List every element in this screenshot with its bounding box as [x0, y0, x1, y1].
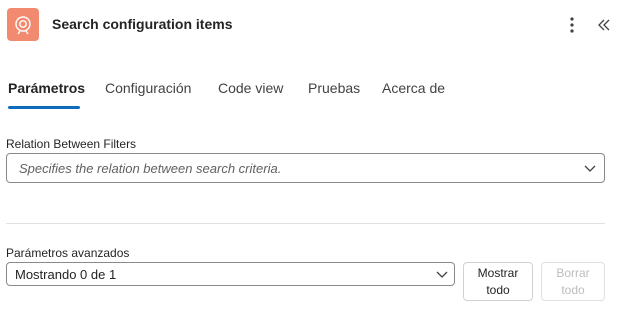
advanced-params-selected: Mostrando 0 de 1 — [15, 267, 117, 282]
clear-all-label-line1: Borrar — [556, 265, 590, 280]
show-all-label-line2: todo — [486, 282, 510, 297]
show-all-button[interactable]: Mostrar todo — [463, 262, 533, 301]
clear-all-button[interactable]: Borrar todo — [541, 262, 605, 301]
tab-bar: Parámetros Configuración Code view Prueb… — [0, 76, 617, 110]
page-title: Search configuration items — [52, 16, 233, 32]
panel-header: Search configuration items — [0, 0, 617, 50]
advanced-params-label: Parámetros avanzados — [6, 246, 130, 260]
tab-acerca-de[interactable]: Acerca de — [382, 80, 445, 110]
relation-placeholder: Specifies the relation between search cr… — [19, 161, 282, 176]
section-divider — [6, 223, 605, 224]
advanced-params-dropdown[interactable]: Mostrando 0 de 1 — [6, 262, 455, 286]
tab-code-view[interactable]: Code view — [218, 80, 283, 110]
clear-all-label-line2: todo — [561, 282, 585, 297]
relation-field-label: Relation Between Filters — [6, 137, 137, 151]
connector-panel: Search configuration items Parámetros Co… — [0, 0, 617, 319]
active-tab-indicator — [8, 106, 80, 109]
chevron-down-icon — [584, 165, 596, 172]
more-options-icon[interactable] — [561, 13, 583, 37]
service-request-icon — [7, 8, 39, 41]
show-all-label-line1: Mostrar — [477, 265, 519, 280]
chevron-down-icon — [436, 271, 448, 278]
collapse-panel-icon[interactable] — [593, 13, 615, 37]
tab-pruebas[interactable]: Pruebas — [308, 80, 360, 110]
relation-dropdown[interactable]: Specifies the relation between search cr… — [6, 153, 605, 183]
tab-configuracion[interactable]: Configuración — [105, 80, 191, 110]
